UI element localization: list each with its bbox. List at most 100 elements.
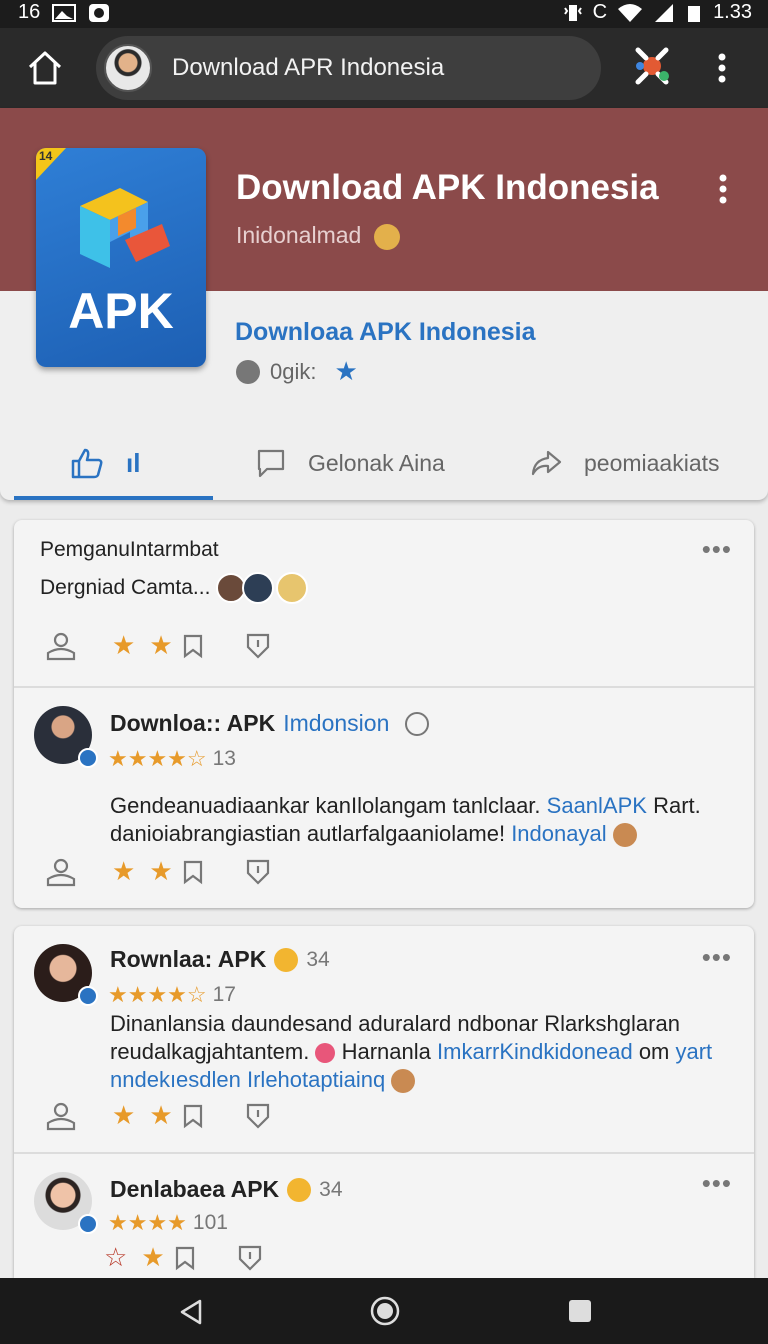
user-icon[interactable] (44, 1101, 78, 1131)
post-body-link[interactable]: ImkarrKindkidonead (437, 1039, 633, 1064)
star-icon[interactable]: ★ (149, 856, 172, 887)
emoji-icon (315, 1043, 336, 1064)
app-icon[interactable]: 14 APK (36, 148, 206, 367)
post-line-row: Dergniad Camta... (40, 572, 309, 604)
tab-likes[interactable]: ıl (70, 426, 140, 500)
post-body-text: Harnanla (341, 1039, 431, 1064)
post-body: Gendeanuadiaankar kanIlolangam tanlclaar… (110, 792, 740, 848)
post-line: PemganuIntarmbat (40, 538, 219, 561)
shield-icon[interactable] (237, 1244, 263, 1272)
more-horiz-icon[interactable]: ••• (702, 534, 732, 565)
rating-count: 17 (212, 983, 236, 1006)
more-vert-icon[interactable] (716, 52, 728, 84)
shield-icon[interactable] (245, 858, 271, 886)
app-subtitle: Inidonalmad (236, 222, 400, 250)
avatar[interactable] (34, 1172, 98, 1234)
rating-count: 101 (192, 1211, 228, 1234)
verified-badge-icon (78, 986, 98, 1006)
back-icon[interactable] (178, 1298, 204, 1326)
tag-icon[interactable] (179, 632, 207, 660)
post-rating: ★★★★☆ 17 (108, 982, 236, 1008)
extension-icon[interactable] (630, 44, 674, 88)
cube-logo-icon (80, 188, 170, 268)
star-icon[interactable]: ★ (149, 630, 172, 661)
emoji-icon (287, 1177, 312, 1202)
more-horiz-icon[interactable]: ••• (702, 1168, 732, 1199)
tab-share[interactable]: peomiaakiats (530, 426, 720, 500)
feed-post: Downloa:: APK Imdonsion ★★★★☆ 13 Gendean… (14, 688, 754, 908)
app-icon-label: APK (68, 283, 174, 339)
star-icon[interactable]: ★ (141, 1242, 164, 1273)
star-icon[interactable]: ★ (149, 1100, 172, 1131)
post-extra: 34 (306, 947, 330, 971)
share-icon (531, 450, 562, 476)
verified-badge-icon (78, 1214, 98, 1234)
status-left-text: 16 (18, 1, 41, 23)
wifi-icon (618, 3, 643, 22)
app-meta-text: 0gik: (270, 358, 317, 384)
status-time: 1.33 (713, 1, 752, 23)
star-icon[interactable]: ★ (112, 856, 135, 887)
star-icon[interactable]: ★ (112, 630, 135, 661)
post-rating: ★★★★ 101 (108, 1210, 228, 1236)
emoji-icon (373, 223, 400, 250)
more-horiz-icon[interactable]: ••• (702, 942, 732, 973)
post-body: Dinanlansia daundesand aduralard ndbonar… (110, 1010, 740, 1094)
status-right-text: C (592, 1, 608, 23)
avatar[interactable] (34, 706, 98, 768)
user-icon[interactable] (44, 631, 78, 661)
url-bar[interactable]: Download APR Indonesia (96, 36, 601, 100)
tag-icon[interactable] (171, 1244, 199, 1272)
recents-icon[interactable] (568, 1299, 592, 1323)
star-icon[interactable]: ★ (112, 1100, 135, 1131)
app-notification-icon (89, 3, 110, 22)
battery-icon (688, 5, 701, 22)
rating-stars: ★★★★☆ (108, 746, 207, 771)
post-rating: ★★★★☆ 13 (108, 746, 236, 772)
thumbs-up-icon (71, 448, 103, 479)
app-icon-tag-text: 14 (39, 149, 53, 163)
avatar[interactable] (276, 572, 309, 604)
signal-icon (655, 3, 674, 22)
home-button-icon[interactable] (369, 1295, 401, 1327)
post-body-link[interactable]: Indonayal (511, 821, 606, 846)
app-meta: 0gik: ★ (236, 356, 358, 387)
more-vert-icon[interactable] (717, 174, 729, 204)
tab-comments[interactable]: Gelonak Aina (256, 426, 445, 500)
avatar[interactable] (242, 572, 275, 604)
system-nav-bar (0, 1278, 768, 1344)
active-tab-indicator (14, 496, 213, 500)
verified-badge-icon (78, 748, 98, 768)
feed-post: Denlabaea APK 34 ★★★★ 101 ••• ☆ ★ (14, 1154, 754, 1278)
tab-share-label: peomiaakiats (584, 449, 720, 476)
avatar[interactable] (34, 944, 98, 1006)
feed-post: Rownlaa: APK 34 ★★★★☆ 17 Dinanlansia dau… (14, 926, 754, 1152)
post-body-text: Gendeanuadiaankar kanIlolangam tanlclaar… (110, 793, 541, 818)
post-author[interactable]: Downloa:: APK Imdonsion (110, 710, 430, 737)
post-extra: 34 (319, 1177, 343, 1201)
tag-icon[interactable] (179, 858, 207, 886)
shield-icon[interactable] (245, 1102, 271, 1130)
emoji-icon (391, 1069, 416, 1094)
post-body-link[interactable]: SaanlAPK (547, 793, 647, 818)
info-icon (236, 359, 260, 384)
post-author[interactable]: Denlabaea APK 34 (110, 1176, 343, 1203)
app-title: Download APK Indonesia (236, 168, 659, 207)
tag-icon[interactable] (179, 1102, 207, 1130)
post-actions: ★ ★ (44, 630, 271, 661)
rating-stars: ★★★★☆ (108, 982, 207, 1007)
shield-icon[interactable] (245, 632, 271, 660)
post-author-name: Rownlaa: APK (110, 946, 267, 972)
status-left: 16 (18, 1, 110, 24)
status-bar: 16 C 1.33 (0, 0, 768, 28)
post-author-tag: Imdonsion (283, 710, 390, 736)
app-link[interactable]: Downloaa APK Indonesia (235, 318, 536, 347)
star-icon[interactable]: ☆ (104, 1242, 127, 1273)
rating-stars: ★★★★ (108, 1210, 187, 1235)
tab-comments-label: Gelonak Aina (308, 449, 445, 476)
post-author[interactable]: Rownlaa: APK 34 (110, 946, 330, 973)
home-icon[interactable] (26, 50, 64, 86)
user-icon[interactable] (44, 857, 78, 887)
post-line: Dergniad Camta... (40, 576, 211, 599)
comment-icon (257, 449, 285, 478)
